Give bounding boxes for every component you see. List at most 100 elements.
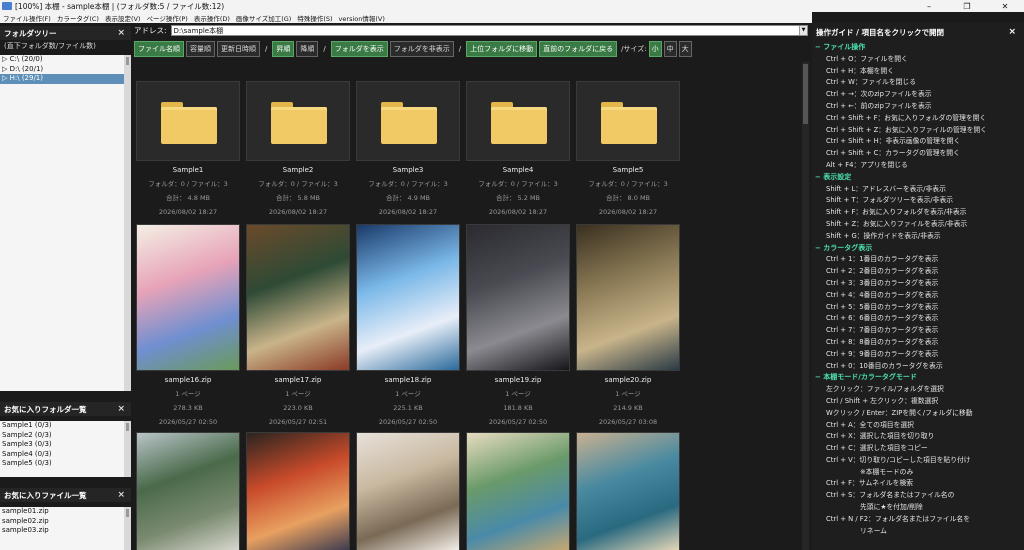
guide-item: 左クリック：ファイル/フォルダを選択	[826, 385, 944, 394]
guide-item: Ctrl + X：選択した項目を切り取り	[826, 432, 935, 441]
folder-thumbnail[interactable]	[356, 81, 460, 161]
guide-item: 先頭に★を付加/削除	[826, 503, 923, 512]
guide-body: − ファイル操作 Ctrl + O：ファイルを開く Ctrl + H：本棚を開く Ct…	[812, 42, 1024, 537]
list-item[interactable]: Sample5 (0/3)	[0, 459, 131, 469]
previous-folder-button[interactable]: 直前のフォルダに戻る	[539, 41, 618, 57]
list-item[interactable]: sample01.zip	[0, 507, 131, 517]
scrollbar-thumb[interactable]	[803, 64, 808, 124]
file-pages: 1 ページ	[505, 390, 531, 398]
menu-page[interactable]: ページ操作(P)	[143, 13, 190, 23]
address-input[interactable]: D:\sample本棚 ▼	[170, 24, 808, 36]
file-thumbnail[interactable]	[246, 432, 350, 550]
guide-item: Ctrl + 6：6番目のカラータグを表示	[826, 314, 939, 323]
size-small-button[interactable]: 小	[648, 41, 662, 57]
menu-version[interactable]: version情報(V)	[336, 13, 388, 23]
folder-thumbnail[interactable]	[136, 81, 240, 161]
list-item[interactable]: Sample2 (0/3)	[0, 431, 131, 441]
list-item[interactable]: Sample1 (0/3)	[0, 421, 131, 431]
guide-item: Ctrl + 0：10番目のカラータグを表示	[826, 361, 943, 370]
order-asc-button[interactable]: 昇順	[272, 41, 295, 57]
thumbnail-grid: Sample1 フォルダ：0 / ファイル：3 合計： 4.8 MB 2026/08/…	[134, 62, 802, 550]
guide-item: Shift + L：アドレスバーを表示/非表示	[826, 184, 946, 193]
file-thumbnail[interactable]	[466, 224, 570, 371]
file-thumbnail[interactable]	[246, 224, 350, 371]
folder-thumbnail[interactable]	[466, 81, 570, 161]
file-pages: 1 ページ	[395, 390, 421, 398]
menu-image-size[interactable]: 画像サイズ加工(G)	[233, 13, 294, 23]
close-button[interactable]: ✕	[986, 2, 1024, 11]
menu-special[interactable]: 特殊操作(S)	[294, 13, 335, 23]
guide-item: Ctrl + →：次のzipファイルを表示	[826, 90, 932, 99]
show-folders-button[interactable]: フォルダを表示	[330, 41, 388, 57]
folder-total: 合計： 4.8 MB	[165, 194, 211, 202]
order-desc-button[interactable]: 降順	[296, 41, 319, 57]
file-size: 181.8 KB	[503, 404, 533, 412]
sort-date-button[interactable]: 更新日時順	[217, 41, 260, 57]
file-date: 2026/05/27 02:50	[488, 418, 548, 426]
guide-item: Ctrl + Shift + F：お気に入りフォルダの管理を開く	[826, 113, 987, 122]
tree-item-h[interactable]: ▷ H:\ (29/1)	[0, 74, 131, 84]
file-thumbnail[interactable]	[576, 432, 680, 550]
menu-view-settings[interactable]: 表示設定(V)	[102, 13, 144, 23]
address-label: アドレス:	[134, 25, 167, 35]
file-thumbnail[interactable]	[356, 432, 460, 550]
separator: /	[323, 45, 326, 53]
file-thumbnail[interactable]	[136, 432, 240, 550]
tree-item-label: D:\ (20/1)	[9, 64, 44, 73]
folder-tree-scrollbar[interactable]	[124, 55, 131, 391]
folder-date: 2026/08/02 18:27	[268, 208, 328, 216]
close-icon[interactable]: ×	[1008, 27, 1016, 37]
guide-item: Ctrl + N / F2：フォルダ名またはファイル名を	[826, 514, 970, 523]
folder-icon	[601, 102, 657, 144]
folder-thumbnail[interactable]	[246, 81, 350, 161]
parent-folder-button[interactable]: 上位フォルダに移動	[466, 41, 538, 57]
close-icon[interactable]: ×	[117, 404, 125, 414]
file-thumbnail[interactable]	[356, 224, 460, 371]
guide-section-header[interactable]: − カラータグ表示	[812, 243, 1024, 255]
guide-item: Ctrl + 5：5番目のカラータグを表示	[826, 302, 939, 311]
list-item[interactable]: sample03.zip	[0, 526, 131, 536]
menu-display[interactable]: 表示操作(D)	[191, 13, 233, 23]
minimize-button[interactable]: –	[910, 2, 948, 11]
guide-header: 操作ガイド / 項目名をクリックで開閉 ×	[812, 23, 1024, 42]
file-thumbnail[interactable]	[576, 224, 680, 371]
menu-file[interactable]: ファイル操作(F)	[0, 13, 54, 23]
size-label: /サイズ:	[621, 45, 647, 53]
size-medium-button[interactable]: 中	[663, 41, 677, 57]
close-icon[interactable]: ×	[117, 28, 125, 38]
tree-item-c[interactable]: ▷ C:\ (20/0)	[0, 55, 131, 65]
guide-item: Ctrl + F：サムネイルを検索	[826, 479, 914, 488]
file-thumbnail[interactable]	[136, 224, 240, 371]
fav-folders-title: お気に入りフォルダ一覧	[4, 404, 87, 414]
folder-date: 2026/08/02 18:27	[158, 208, 218, 216]
fav-folders-scrollbar[interactable]	[124, 421, 131, 477]
menu-colortag[interactable]: カラータグ(C)	[54, 13, 102, 23]
close-icon[interactable]: ×	[117, 490, 125, 500]
tree-item-d[interactable]: ▷ D:\ (20/1)	[0, 65, 131, 75]
maximize-button[interactable]: ❐	[948, 2, 986, 11]
guide-item: Ctrl + Shift + C：カラータグの管理を開く	[826, 149, 960, 158]
guide-section-header[interactable]: − 本棚モード/カラータグモード	[812, 372, 1024, 384]
list-item[interactable]: Sample4 (0/3)	[0, 450, 131, 460]
guide-item: Ctrl + O：ファイルを開く	[826, 54, 908, 63]
size-large-button[interactable]: 大	[678, 41, 692, 57]
chevron-down-icon[interactable]: ▼	[799, 25, 807, 35]
guide-section-header[interactable]: − ファイル操作	[812, 42, 1024, 54]
folder-date: 2026/08/02 18:27	[598, 208, 658, 216]
folder-tree: ▷ C:\ (20/0) ▷ D:\ (20/1) ▷ H:\ (29/1)	[0, 55, 131, 391]
sort-size-button[interactable]: 容量順	[186, 41, 215, 57]
guide-section-header[interactable]: − 表示設定	[812, 172, 1024, 184]
guide-item: Ctrl + Shift + H：非表示画像の管理を開く	[826, 137, 961, 146]
fav-files-list: sample01.zip sample02.zip sample03.zip	[0, 507, 131, 550]
guide-title[interactable]: 操作ガイド / 項目名をクリックで開閉	[816, 27, 944, 38]
grid-scrollbar[interactable]	[802, 62, 809, 550]
file-thumbnail[interactable]	[466, 432, 570, 550]
fav-files-scrollbar[interactable]	[124, 507, 131, 550]
sort-name-button[interactable]: ファイル名順	[134, 41, 184, 57]
list-item[interactable]: sample02.zip	[0, 517, 131, 527]
list-item[interactable]: Sample3 (0/3)	[0, 440, 131, 450]
hide-folders-button[interactable]: フォルダを非表示	[389, 41, 454, 57]
folder-thumbnail[interactable]	[576, 81, 680, 161]
folder-total: 合計： 5.8 MB	[275, 194, 321, 202]
folder-tree-subtitle: (直下フォルダ数/ファイル数)	[4, 42, 96, 50]
